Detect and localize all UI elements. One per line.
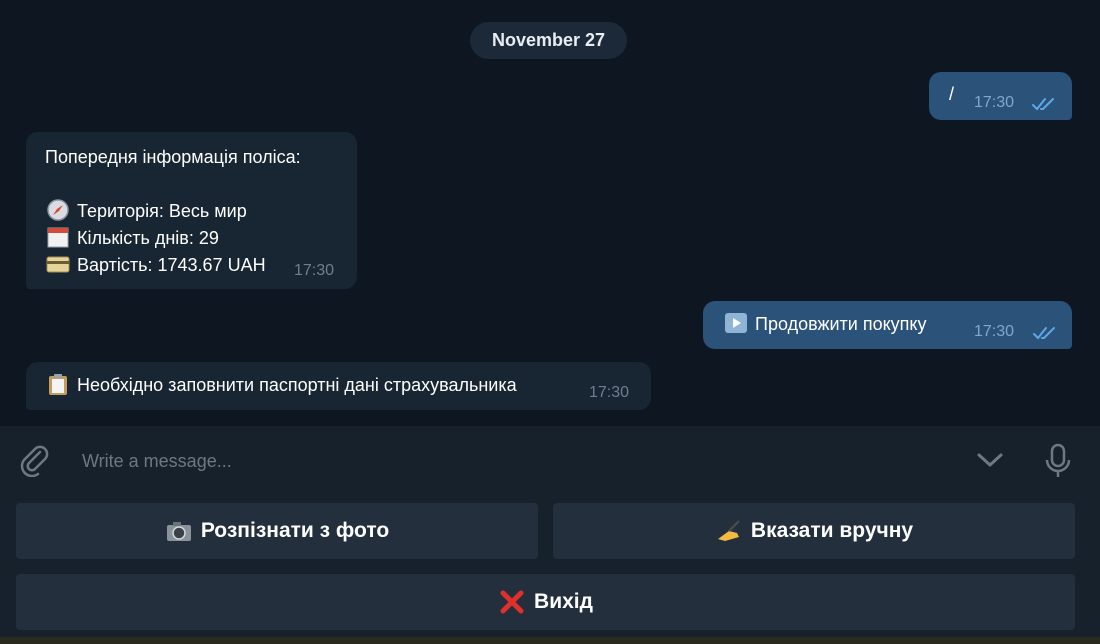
message-body: Продовжити покупку [723,311,927,338]
calendar-icon [47,227,69,248]
camera-icon [166,522,191,541]
outgoing-message[interactable]: Продовжити покупку 17:30 [703,301,1072,349]
message-text: / [949,84,955,104]
message-input[interactable] [80,446,944,476]
microphone-icon[interactable] [1043,443,1073,479]
chevron-down-icon[interactable] [975,450,1005,470]
enter-manually-button[interactable]: Вказати вручну [553,503,1075,559]
message-time: 17:30 [294,262,335,279]
message-body: Необхідно заповнити паспортні дані страх… [45,372,517,399]
message-line: Територія: Весь мир [45,198,301,225]
message-text: Продовжити покупку [755,314,927,334]
writing-hand-icon [717,520,740,541]
date-separator: November 27 [470,22,627,59]
clipboard-icon [49,374,67,395]
paperclip-icon[interactable] [18,443,52,477]
message-line: Кількість днів: 29 [45,225,301,252]
message-history[interactable]: November 27 / 17:30 Попередня інформація… [0,0,1100,426]
credit-card-icon [46,256,70,273]
message-composer [0,426,1100,494]
message-time: 17:30 [974,94,1015,111]
play-button-icon [725,313,747,333]
incoming-message[interactable]: Попередня інформація поліса: Територія: … [26,132,357,289]
reply-keyboard: Розпізнати з фото Вказати вручну Вихід [0,494,1100,644]
read-checkmarks-icon [1032,98,1054,111]
message-line: Попередня інформація поліса: [45,147,301,167]
cross-mark-icon [500,590,524,614]
message-line: Вартість: 1743.67 UAH [45,252,301,279]
message-text: Необхідно заповнити паспортні дані страх… [77,375,517,395]
read-checkmarks-icon [1033,327,1055,340]
outgoing-message[interactable]: / 17:30 [929,72,1072,120]
recognize-from-photo-button[interactable]: Розпізнати з фото [16,503,538,559]
message-time: 17:30 [974,323,1015,340]
exit-button[interactable]: Вихід [16,574,1075,630]
message-time: 17:30 [589,384,630,401]
incoming-message[interactable]: Необхідно заповнити паспортні дані страх… [26,362,651,410]
telegram-chat-window: November 27 / 17:30 Попередня інформація… [0,0,1100,644]
window-bottom-edge [0,637,1100,644]
compass-icon [47,199,69,221]
message-body: Попередня інформація поліса: Територія: … [45,144,301,279]
